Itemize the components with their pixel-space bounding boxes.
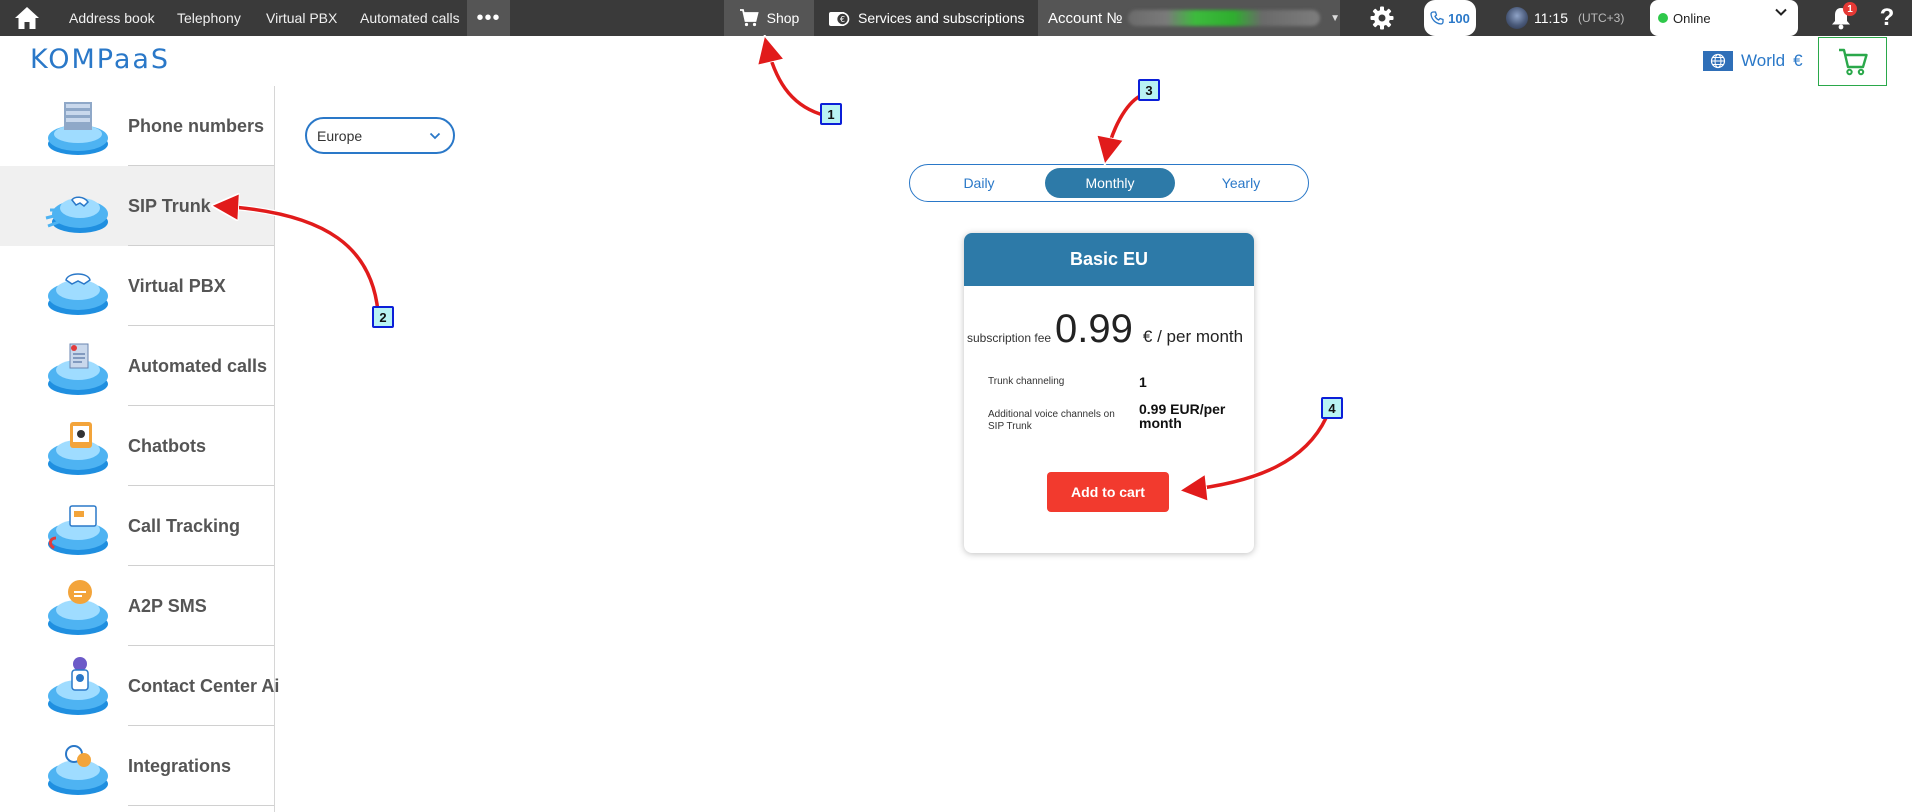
- brand-logo[interactable]: KOMPaaS: [30, 44, 170, 75]
- cart-button[interactable]: [1818, 37, 1887, 86]
- question-mark-icon: ?: [1879, 4, 1895, 31]
- sidebar-item-label: Call Tracking: [128, 515, 241, 536]
- status-select[interactable]: Online: [1650, 0, 1798, 36]
- fee-value: 0.99: [1055, 307, 1133, 351]
- sidebar-item-sip-trunk[interactable]: SIP Trunk: [0, 166, 274, 246]
- nav-virtual-pbx[interactable]: Virtual PBX: [266, 0, 337, 36]
- period-monthly[interactable]: Monthly: [1045, 168, 1175, 198]
- shop-label: Shop: [766, 10, 800, 26]
- feature-label: Additional voice channels on SIP Trunk: [988, 409, 1115, 432]
- annotation-callout-2: 2: [372, 306, 394, 328]
- fee-label: subscription fee: [967, 331, 1052, 345]
- sip-trunk-icon: [45, 196, 108, 233]
- notification-count-badge: 1: [1843, 2, 1857, 16]
- nav-telephony[interactable]: Telephony: [177, 0, 241, 36]
- a2p-sms-icon: [48, 580, 108, 635]
- clock-timezone: (UTC+3): [1578, 11, 1625, 25]
- region-select[interactable]: Europe: [305, 117, 455, 154]
- sidebar-item-label: Chatbots: [128, 435, 206, 456]
- chatbots-icon: [48, 422, 108, 475]
- sidebar-item-chatbots[interactable]: Chatbots: [0, 406, 274, 486]
- region-name: World: [1741, 51, 1786, 70]
- plan-title: Basic EU: [964, 233, 1254, 286]
- virtual-pbx-icon: [48, 273, 108, 315]
- product-sidebar: Phone numbers SIP Trunk Virtual PBX Auto…: [0, 86, 279, 812]
- sidebar-item-label: Automated calls: [128, 355, 268, 376]
- annotation-arrow-3: [1103, 93, 1143, 161]
- integrations-icon: [48, 745, 108, 795]
- help-button[interactable]: ?: [1876, 0, 1898, 36]
- sidebar-item-label: Phone numbers: [128, 115, 265, 136]
- online-status-dot-icon: [1658, 13, 1668, 23]
- chevron-down-icon: [1775, 8, 1787, 16]
- period-daily[interactable]: Daily: [914, 168, 1044, 198]
- wallet-euro-icon: €: [829, 12, 850, 26]
- period-yearly[interactable]: Yearly: [1176, 168, 1306, 198]
- shop-button[interactable]: Shop: [724, 0, 814, 36]
- user-clock[interactable]: 11:15 (UTC+3): [1506, 0, 1624, 36]
- sidebar-item-label: SIP Trunk: [128, 195, 211, 216]
- shopping-cart-icon: [1838, 48, 1868, 75]
- gear-icon: [1370, 6, 1394, 30]
- add-to-cart-button[interactable]: Add to cart: [1047, 472, 1169, 512]
- annotation-callout-3: 3: [1138, 79, 1160, 101]
- annotation-arrow-1: [763, 39, 823, 117]
- region-currency-selector[interactable]: World €: [1703, 50, 1803, 72]
- feature-label: Trunk channeling: [988, 376, 1065, 387]
- call-tracking-icon: [48, 505, 108, 555]
- sidebar-item-a2p-sms[interactable]: A2P SMS: [0, 566, 274, 646]
- plan-price: subscription fee 0.99 € / per month: [967, 307, 1254, 352]
- calls-count: 100: [1448, 10, 1470, 26]
- sidebar-item-call-tracking[interactable]: Call Tracking: [0, 486, 274, 566]
- svg-text:€: €: [840, 15, 845, 24]
- annotation-callout-4: 4: [1321, 397, 1343, 419]
- more-dots-icon: •••: [476, 6, 501, 29]
- active-calls-counter[interactable]: 100: [1424, 0, 1476, 36]
- globe-icon: [1703, 51, 1733, 71]
- status-value: Online: [1673, 10, 1711, 26]
- caret-down-icon: ▼: [1330, 12, 1340, 24]
- sidebar-item-integrations[interactable]: Integrations: [0, 726, 274, 806]
- home-button[interactable]: [10, 0, 44, 36]
- region-select-value: Europe: [317, 127, 363, 144]
- sidebar-item-label: Integrations: [128, 755, 232, 776]
- top-navigation-bar: Address book Telephony Virtual PBX Autom…: [0, 0, 1912, 36]
- chevron-down-icon: [429, 132, 441, 140]
- feature-value: 1: [1139, 374, 1147, 390]
- annotation-callout-1: 1: [820, 103, 842, 125]
- automated-calls-icon: [48, 343, 108, 395]
- clock-time: 11:15: [1534, 10, 1568, 26]
- account-selector[interactable]: Account № ▼: [1038, 0, 1340, 36]
- plan-card: Basic EU subscription fee 0.99 € / per m…: [964, 233, 1254, 553]
- contact-center-icon: [48, 657, 108, 715]
- services-subscriptions-button[interactable]: € Services and subscriptions: [828, 0, 1025, 36]
- home-icon: [15, 7, 39, 29]
- annotation-arrows: [0, 0, 1329, 812]
- phone-icon: [1430, 11, 1444, 25]
- sidebar-item-automated-calls[interactable]: Automated calls: [0, 326, 274, 406]
- sidebar-item-virtual-pbx[interactable]: Virtual PBX: [0, 246, 274, 326]
- notifications-button[interactable]: 1: [1828, 0, 1857, 36]
- sidebar-item-label: Virtual PBX: [128, 275, 226, 296]
- avatar[interactable]: [1506, 7, 1528, 29]
- nav-address-book[interactable]: Address book: [69, 0, 155, 36]
- currency-symbol: €: [1793, 51, 1803, 70]
- account-number-redacted: [1128, 10, 1321, 26]
- feature-value: 0.99 EUR/per month: [1139, 401, 1226, 431]
- more-menu-button[interactable]: •••: [467, 0, 510, 36]
- billing-period-toggle: Daily Monthly Yearly: [909, 164, 1309, 202]
- fee-unit: € / per month: [1142, 327, 1244, 346]
- settings-button[interactable]: [1368, 0, 1396, 36]
- sidebar-item-label: Contact Center Ai: [128, 675, 280, 696]
- phone-numbers-icon: [48, 102, 108, 155]
- sidebar-item-phone-numbers[interactable]: Phone numbers: [0, 86, 274, 166]
- account-label: Account №: [1048, 9, 1123, 27]
- services-label: Services and subscriptions: [858, 10, 1025, 26]
- nav-automated-calls[interactable]: Automated calls: [360, 0, 460, 36]
- sidebar-item-label: A2P SMS: [128, 595, 207, 616]
- sidebar-item-contact-center-ai[interactable]: Contact Center Ai: [0, 646, 279, 726]
- shopping-cart-icon: [739, 9, 759, 27]
